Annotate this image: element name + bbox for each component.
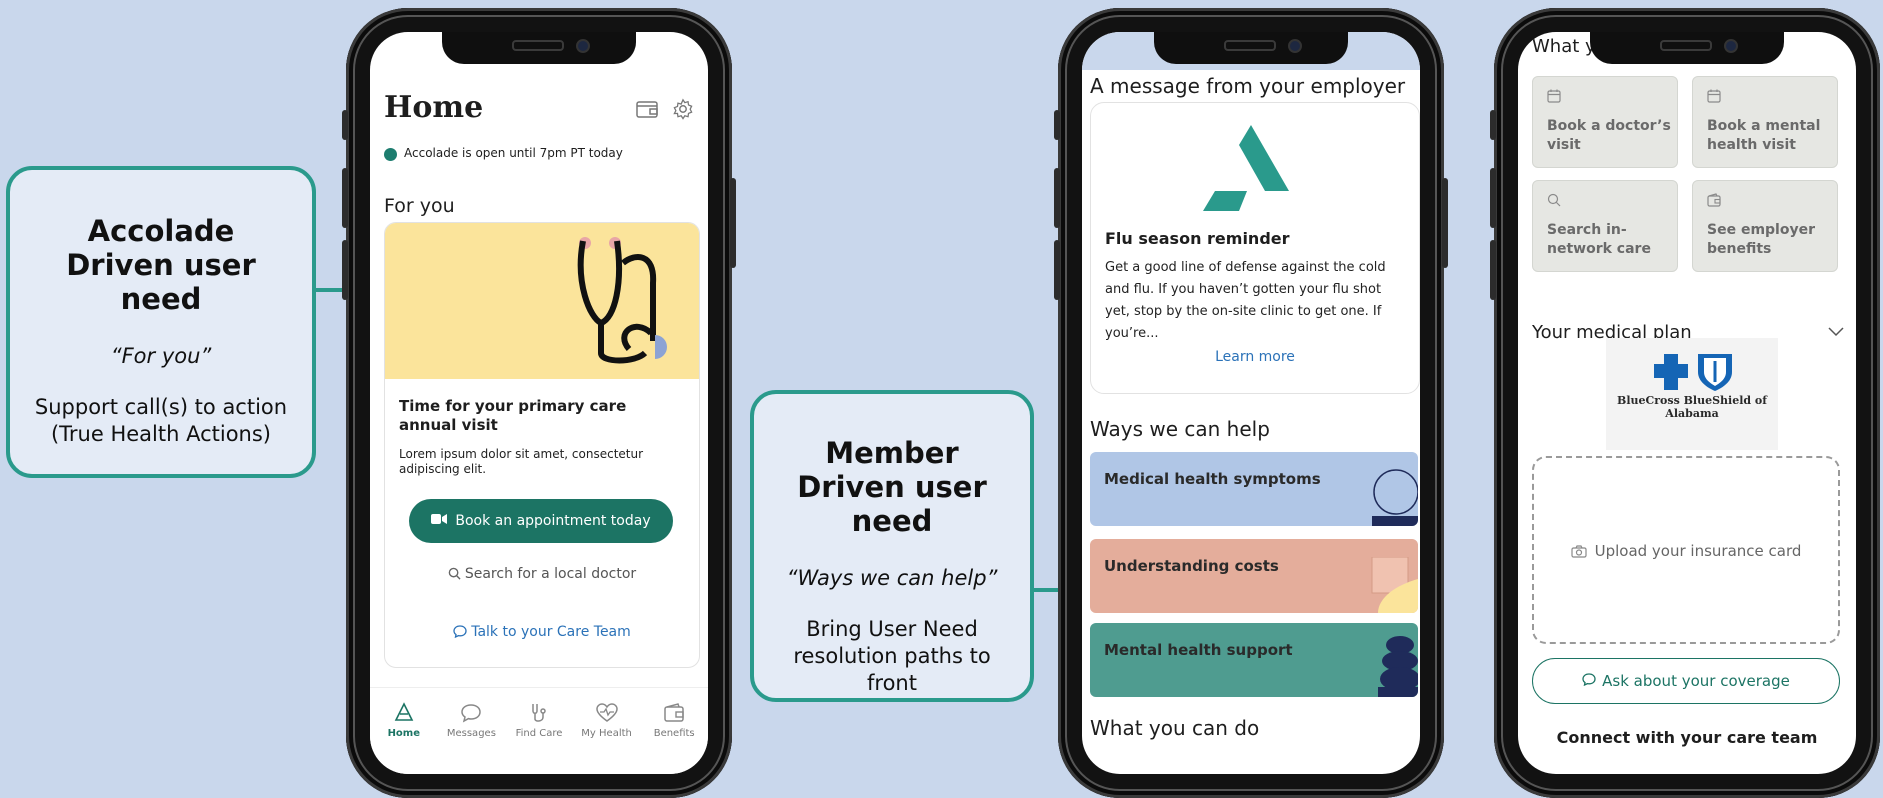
phone-notch <box>1154 32 1348 64</box>
search-local-doctor-link[interactable]: Search for a local doctor <box>385 566 699 584</box>
insurer-logo: BlueCross BlueShield of Alabama <box>1606 338 1778 450</box>
tab-my-health[interactable]: My Health <box>577 702 637 774</box>
employer-message-heading: A message from your employer <box>1090 74 1406 98</box>
chat-icon <box>453 625 467 642</box>
what-you-can-do-heading: What y <box>1532 36 1596 57</box>
tab-label: Home <box>387 728 421 739</box>
page-title: Home <box>384 90 484 125</box>
phone-notch <box>1590 32 1784 64</box>
member-callout: Member Driven user need “Ways we can hel… <box>750 390 1034 702</box>
circle-decoration <box>1372 469 1418 526</box>
help-screen: A message from your employer Flu season … <box>1082 32 1420 774</box>
camera-icon <box>1570 544 1587 562</box>
search-icon <box>448 567 461 584</box>
stones-decoration <box>1378 636 1418 697</box>
help-item-label: Mental health support <box>1104 641 1293 659</box>
tab-home[interactable]: Home <box>374 702 434 774</box>
card-title: Time for your primary care annual visit <box>399 397 627 434</box>
search-in-network-tile[interactable]: Search in-network care <box>1532 180 1678 272</box>
tile-label: Book a mental health visit <box>1707 118 1821 153</box>
video-icon <box>431 513 448 529</box>
wallet-icon <box>664 703 684 722</box>
heart-icon <box>595 703 618 722</box>
callout-description: Bring User Need resolution paths to fron… <box>793 617 991 695</box>
status-text: Accolade is open until 7pm PT today <box>404 146 623 160</box>
upload-label: Upload your insurance card <box>1594 542 1802 560</box>
tab-label: Messages <box>446 728 496 739</box>
talk-care-team-label: Talk to your Care Team <box>471 624 631 640</box>
tab-benefits[interactable]: Benefits <box>644 702 704 774</box>
status-indicator <box>384 148 397 161</box>
callout-title: Member Driven user need <box>797 436 987 538</box>
tile-label: See employer benefits <box>1707 222 1815 257</box>
help-item-label: Medical health symptoms <box>1104 470 1321 488</box>
book-appointment-button[interactable]: Book an appointment today <box>409 499 673 543</box>
phone-notch <box>442 32 636 64</box>
wallet-icon[interactable] <box>636 100 658 122</box>
tile-label: Search in-network care <box>1547 222 1651 257</box>
home-screen: Home Accolade is open until 7pm PT today… <box>370 32 708 774</box>
book-doctor-visit-tile[interactable]: Book a doctor’s visit <box>1532 76 1678 168</box>
chat-icon <box>1582 672 1596 690</box>
calendar-icon <box>1547 89 1561 103</box>
plan-screen: What y Book a doctor’s visit Book a ment… <box>1518 32 1856 774</box>
card-illustration <box>385 223 699 379</box>
help-item-mental[interactable]: Mental health support <box>1090 623 1418 697</box>
tab-bar: Home Messages Find Care My Health Benefi… <box>370 687 708 774</box>
tab-label: My Health <box>581 728 632 739</box>
accolade-logo <box>1203 125 1289 211</box>
card-description: Lorem ipsum dolor sit amet, consectetur … <box>399 447 644 476</box>
callout-quote: “Ways we can help” <box>786 566 998 590</box>
book-mental-health-tile[interactable]: Book a mental health visit <box>1692 76 1838 168</box>
book-appointment-label: Book an appointment today <box>455 513 651 529</box>
section-title: For you <box>384 195 455 217</box>
upload-label-row: Upload your insurance card <box>1534 542 1838 562</box>
accolade-callout: Accolade Driven user need “For you” Supp… <box>6 166 316 478</box>
help-item-medical[interactable]: Medical health symptoms <box>1090 452 1418 526</box>
talk-care-team-link[interactable]: Talk to your Care Team <box>385 624 699 642</box>
help-item-label: Understanding costs <box>1104 557 1279 575</box>
gear-icon[interactable] <box>672 98 694 124</box>
ways-we-can-help-heading: Ways we can help <box>1090 417 1270 441</box>
callout-title: Accolade Driven user need <box>66 214 256 316</box>
message-body: Get a good line of defense against the c… <box>1105 260 1386 341</box>
messages-icon <box>461 704 482 723</box>
stethoscope-illustration <box>577 237 667 364</box>
employer-message-card: Flu season reminder Get a good line of d… <box>1090 102 1420 394</box>
search-icon <box>1547 193 1561 207</box>
learn-more-link[interactable]: Learn more <box>1091 349 1419 365</box>
tab-label: Benefits <box>653 728 695 739</box>
upload-insurance-card[interactable]: Upload your insurance card <box>1532 456 1840 644</box>
phone-plan: What y Book a doctor’s visit Book a ment… <box>1490 8 1880 798</box>
ask-coverage-label: Ask about your coverage <box>1602 672 1790 690</box>
shape-decoration <box>1371 557 1418 613</box>
see-employer-benefits-tile[interactable]: See employer benefits <box>1692 180 1838 272</box>
connect-care-team-heading: Connect with your care team <box>1556 728 1818 747</box>
bluecross-blueshield-logo <box>1654 354 1732 391</box>
callout-description: Support call(s) to action (True Health A… <box>34 395 288 446</box>
phone-home: Home Accolade is open until 7pm PT today… <box>342 8 736 798</box>
insurer-name: BlueCross BlueShield of Alabama <box>1617 394 1767 420</box>
calendar-icon <box>1707 89 1721 103</box>
stethoscope-icon <box>532 704 546 722</box>
search-local-doctor-label: Search for a local doctor <box>464 566 637 582</box>
what-you-can-do-heading: What you can do <box>1090 716 1260 740</box>
callout-quote: “For you” <box>110 344 212 368</box>
wallet-icon <box>1707 193 1721 207</box>
help-item-costs[interactable]: Understanding costs <box>1090 539 1418 613</box>
tile-label: Book a doctor’s visit <box>1547 118 1671 153</box>
home-icon <box>394 702 414 721</box>
ask-coverage-button[interactable]: Ask about your coverage <box>1532 658 1840 704</box>
tab-find-care[interactable]: Find Care <box>509 702 569 774</box>
chevron-down-icon[interactable] <box>1828 322 1844 341</box>
care-card: Time for your primary care annual visit … <box>384 222 700 668</box>
message-title: Flu season reminder <box>1105 229 1290 248</box>
tab-label: Find Care <box>515 728 563 739</box>
phone-help: A message from your employer Flu season … <box>1054 8 1448 798</box>
tab-messages[interactable]: Messages <box>441 702 501 774</box>
